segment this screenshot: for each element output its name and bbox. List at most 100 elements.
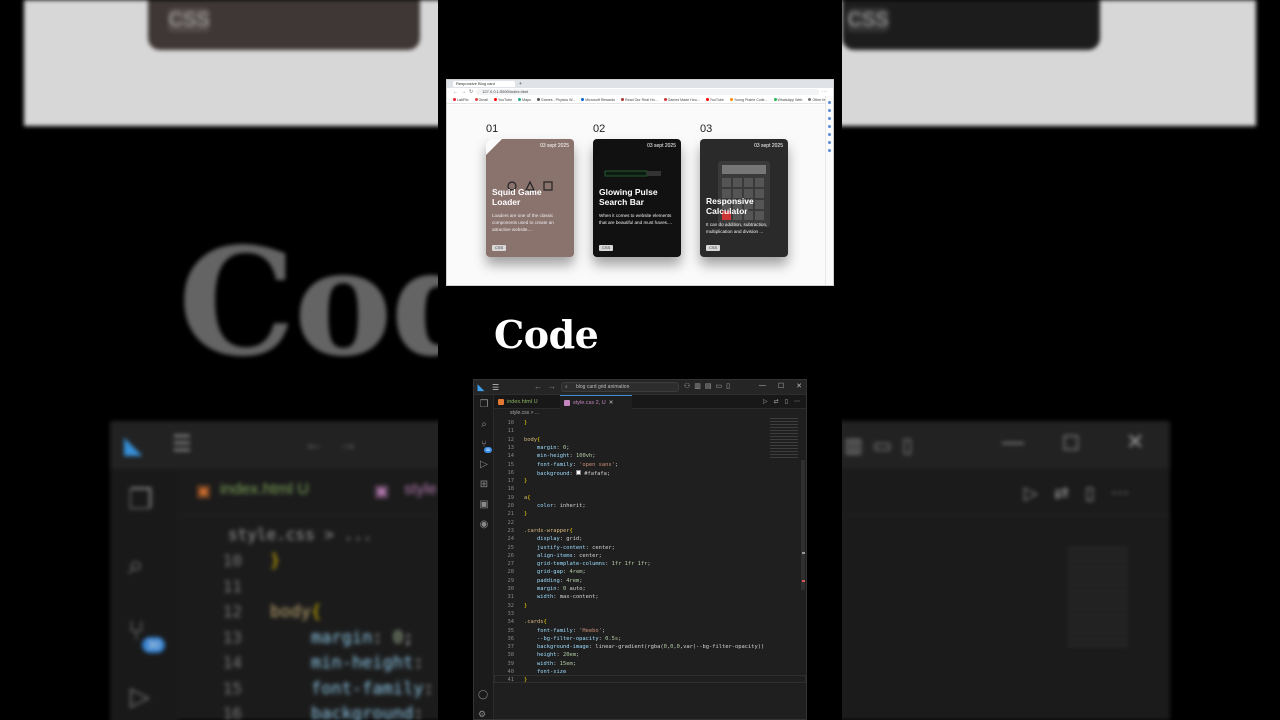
code-line[interactable]: margin: 0;: [524, 445, 569, 451]
code-line[interactable]: font-size: [524, 669, 566, 675]
new-tab-icon[interactable]: +: [519, 81, 522, 87]
code-line[interactable]: --bg-filter-opacity: 0.5s;: [524, 636, 621, 642]
editor-actions-icon: ▷⇄▯⋯: [1024, 483, 1145, 503]
code-line[interactable]: color: inherit;: [524, 503, 586, 509]
explorer-icon[interactable]: ❐: [478, 399, 490, 411]
maximize-icon[interactable]: ☐: [778, 382, 784, 390]
bookmarks-bar: LabFlix Gmail YouTube Maps Games - Physics W…: [447, 96, 833, 104]
minimap[interactable]: [770, 418, 798, 458]
account-icon[interactable]: ◯: [478, 689, 488, 700]
split-editor-icon[interactable]: ▯: [785, 398, 788, 405]
run-debug-icon[interactable]: ▷: [478, 459, 490, 471]
bg-card-left: CSS: [148, 0, 420, 50]
close-icon[interactable]: ✕: [796, 382, 802, 390]
extensions-icon[interactable]: ⋯: [822, 89, 827, 95]
code-line[interactable]: min-height: 100vh;: [524, 453, 595, 459]
bookmark-item[interactable]: Games - Physics W...: [536, 98, 575, 102]
layout-custom-icon[interactable]: ▯: [726, 382, 730, 390]
line-number: 14: [507, 453, 515, 460]
editor-actions: ▷ ⇄ ▯ ⋯: [763, 398, 800, 405]
search-icon[interactable]: ⌕: [478, 419, 490, 431]
extensions-icon[interactable]: ⊞: [478, 479, 490, 491]
code-editor[interactable]: 10} 11 12 body{13 margin: 0; 14 min-height: …: [494, 418, 766, 719]
tab-index-html[interactable]: index.html U: [494, 395, 558, 409]
scroll-marker-error: [802, 580, 805, 582]
reload-icon[interactable]: ↻: [469, 89, 473, 95]
run-icon[interactable]: ▷: [763, 398, 768, 405]
copilot-icon[interactable]: ⚇: [684, 382, 690, 390]
card-number: 02: [593, 123, 606, 135]
forward-icon[interactable]: →: [461, 89, 466, 95]
command-center-search[interactable]: ⌕ blog card grid animation: [561, 382, 679, 392]
bookmark-item[interactable]: LabFlix: [453, 98, 469, 102]
card-title[interactable]: Squid Game Loader: [492, 187, 570, 207]
card-description: Loaders are one of the classic component…: [492, 213, 554, 232]
more-icon[interactable]: ⋯: [794, 398, 800, 405]
vscode-window: ◣ ☰ ←→ ⌕ blog card grid animation ⚇ ▥ ▤ ▭ ▯ …: [473, 379, 807, 720]
nav-arrows-icon[interactable]: ←→: [534, 382, 562, 391]
bookmark-label: Games Made Hou...: [667, 97, 700, 102]
code-line[interactable]: display: grid;: [524, 536, 582, 542]
code-line[interactable]: .cards{: [524, 619, 547, 625]
vertical-scrollbar[interactable]: [801, 460, 805, 590]
bookmark-item[interactable]: Gmail: [474, 98, 488, 102]
bookmark-item[interactable]: YouTube: [705, 98, 724, 102]
tab-style-css[interactable]: style.css 2, U ✕: [560, 395, 632, 409]
layout-panel-icon[interactable]: ▤: [705, 382, 712, 390]
code-line[interactable]: font-family: 'open sans';: [524, 462, 618, 468]
tab-close-icon[interactable]: ✕: [609, 396, 614, 410]
card-title[interactable]: Responsive Calculator: [706, 196, 784, 216]
menu-icon[interactable]: ☰: [492, 383, 499, 392]
card-tag[interactable]: CSS: [706, 245, 721, 251]
code-line[interactable]: }: [524, 511, 527, 517]
bookmark-item[interactable]: WhatsApp Web: [773, 98, 802, 102]
bookmark-label: Read Our Real Ho...: [625, 97, 658, 102]
code-line[interactable]: width: 15em;: [524, 661, 576, 667]
minimize-icon[interactable]: —: [759, 382, 766, 390]
layout-sidebar-icon[interactable]: ▥: [694, 382, 701, 390]
github-icon[interactable]: ◉: [478, 519, 490, 531]
layout-secondary-icon[interactable]: ▭: [716, 382, 723, 390]
browser-tab[interactable]: Responsive Blog card: [453, 81, 515, 87]
code-line[interactable]: }: [524, 603, 527, 609]
code-line[interactable]: background: #fafafa;: [524, 469, 610, 477]
code-line[interactable]: }: [524, 478, 527, 484]
code-line[interactable]: padding: 4rem;: [524, 578, 582, 584]
blog-card[interactable]: 03 sept 2025 Responsive Calculator It ca…: [700, 139, 788, 257]
code-line[interactable]: }: [524, 420, 527, 426]
browser-window: Responsive Blog card + ← → ↻ 127.0.0.1:5…: [446, 79, 834, 286]
code-line[interactable]: body{: [524, 437, 540, 443]
code-line[interactable]: height: 20em;: [524, 652, 579, 658]
bookmark-item[interactable]: Read Our Real Ho...: [621, 98, 658, 102]
settings-gear-icon[interactable]: ⚙: [478, 709, 486, 719]
bookmark-item[interactable]: Games Made Hou...: [663, 97, 700, 102]
url-field[interactable]: 127.0.0.1:5500/index.html: [476, 89, 819, 95]
remote-explorer-icon[interactable]: ▣: [478, 499, 490, 511]
bookmark-item[interactable]: Young Prairie Colle...: [729, 98, 768, 102]
code-line[interactable]: background-image: linear-gradient(rgba(0…: [524, 644, 764, 650]
code-line[interactable]: justify-content: center;: [524, 545, 615, 551]
code-line[interactable]: grid-template-columns: 1fr 1fr 1fr;: [524, 561, 651, 567]
bookmark-item[interactable]: Maps: [518, 98, 531, 102]
code-line[interactable]: grid-gap: 4rem;: [524, 569, 586, 575]
back-icon[interactable]: ←: [453, 89, 458, 95]
breadcrumb[interactable]: style.css > ...: [494, 409, 806, 418]
card-title[interactable]: Glowing Pulse Search Bar: [599, 187, 677, 207]
code-line[interactable]: margin: 0 auto;: [524, 586, 586, 592]
code-line[interactable]: font-family: 'Heebo';: [524, 628, 605, 634]
blog-card[interactable]: 03 sept 2025 Glowing Pulse Search Bar Wh…: [593, 139, 681, 257]
code-line[interactable]: }: [524, 677, 527, 683]
card-tag[interactable]: CSS: [599, 245, 614, 251]
code-line[interactable]: width: max-content;: [524, 594, 599, 600]
compare-icon[interactable]: ⇄: [774, 398, 779, 405]
bg-line-number: 14: [222, 653, 242, 672]
layout-controls[interactable]: ⚇ ▥ ▤ ▭ ▯: [684, 382, 730, 390]
blog-card[interactable]: 03 sept 2025 Squid Game Loader Loaders a…: [486, 139, 574, 257]
code-line[interactable]: a{: [524, 495, 531, 501]
card-tag[interactable]: CSS: [492, 245, 507, 251]
line-number: 27: [507, 561, 515, 568]
bookmark-item[interactable]: YouTube: [493, 98, 512, 102]
code-line[interactable]: align-items: center;: [524, 553, 602, 559]
bookmark-item[interactable]: Microsoft Rewards: [581, 98, 615, 102]
code-line[interactable]: .cards-wrapper{: [524, 528, 573, 534]
